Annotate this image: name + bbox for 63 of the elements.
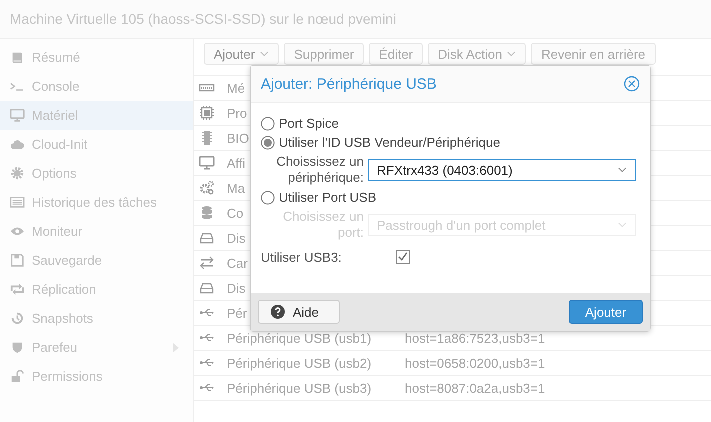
- database-icon: [199, 205, 215, 221]
- caret-icon: [618, 167, 627, 173]
- caret-icon: [260, 51, 270, 57]
- table-cell: Périphérique USB (usb3): [227, 380, 372, 396]
- sidebar-item[interactable]: Matériel: [0, 101, 193, 130]
- floppy-icon: [10, 253, 25, 268]
- dropdown-field[interactable]: RFXtrx433 (0403:6001): [368, 159, 636, 181]
- table-cell: host=1a86:7523,usb3=1: [405, 330, 546, 346]
- table-cell: Périphérique USB (usb2): [227, 356, 372, 370]
- caret-icon: [507, 51, 516, 57]
- table-cell: Dis: [227, 230, 246, 246]
- sidebar-item[interactable]: Sauvegarde: [0, 246, 193, 275]
- radio-label[interactable]: Utiliser l'ID USB Vendeur/Périphérique: [279, 135, 500, 150]
- close-icon[interactable]: [624, 76, 640, 92]
- table-cell: Co: [227, 206, 244, 220]
- table-cell: Ma: [227, 180, 246, 196]
- sidebar-item[interactable]: Permissions: [0, 362, 193, 391]
- repeat-icon: [10, 282, 25, 297]
- radio-label[interactable]: Utiliser Port USB: [279, 190, 377, 205]
- field-label: Choississez un périphérique:: [276, 154, 364, 186]
- sidebar-item[interactable]: Réplication: [0, 275, 193, 304]
- table-cell: Affi: [227, 156, 246, 170]
- caret-icon: [618, 222, 627, 228]
- unlock-icon: [10, 369, 25, 384]
- table-cell: Pér: [227, 306, 248, 320]
- radio-button[interactable]: [261, 136, 275, 150]
- submit-button[interactable]: Ajouter: [569, 300, 643, 324]
- monitor-icon: [199, 155, 215, 171]
- table-cell: host=0658:0200,usb3=1: [405, 356, 546, 370]
- table-cell: Dis: [227, 280, 246, 296]
- arrows-icon: [199, 255, 215, 271]
- table-cell: Car: [227, 256, 248, 270]
- radio-label[interactable]: Port Spice: [279, 116, 339, 131]
- expand-arrow-icon: [173, 342, 179, 352]
- sidebar-item[interactable]: Console: [0, 72, 193, 101]
- checkbox-label: Utiliser USB3:: [261, 250, 342, 264]
- dialog-title: Ajouter: Périphérique USB: [261, 76, 437, 92]
- checkbox[interactable]: [396, 250, 410, 264]
- list-icon: [10, 195, 25, 210]
- sidebar-item[interactable]: Cloud-Init: [0, 130, 193, 159]
- table-cell: host=8087:0a2a,usb3=1: [405, 380, 546, 396]
- history-icon: [10, 311, 25, 326]
- cpu-icon: [199, 105, 215, 121]
- sidebar-item[interactable]: Options: [0, 159, 193, 188]
- sidebar-item[interactable]: Parefeu: [0, 333, 193, 362]
- toolbar-button[interactable]: Ajouter: [204, 43, 280, 65]
- book-icon: [10, 50, 25, 65]
- table-cell: Périphérique USB (usb1): [227, 330, 372, 346]
- table-cell: Mé: [227, 80, 246, 96]
- help-icon: [271, 305, 285, 319]
- radio-button[interactable]: [261, 190, 275, 204]
- sidebar-item[interactable]: Résumé: [0, 43, 193, 72]
- gear-icon: [10, 166, 25, 181]
- sidebar-item[interactable]: Moniteur: [0, 217, 193, 246]
- help-button[interactable]: Aide: [258, 300, 340, 324]
- sidebar-item[interactable]: Snapshots: [0, 304, 193, 333]
- sidebar-item[interactable]: Historique des tâches: [0, 188, 193, 217]
- table-cell: Pro: [227, 106, 248, 120]
- shield-icon: [10, 340, 25, 355]
- radio-button[interactable]: [261, 116, 275, 130]
- chip-icon: [199, 130, 215, 146]
- monitor-icon: [10, 108, 25, 123]
- table-cell: BIO: [227, 130, 250, 146]
